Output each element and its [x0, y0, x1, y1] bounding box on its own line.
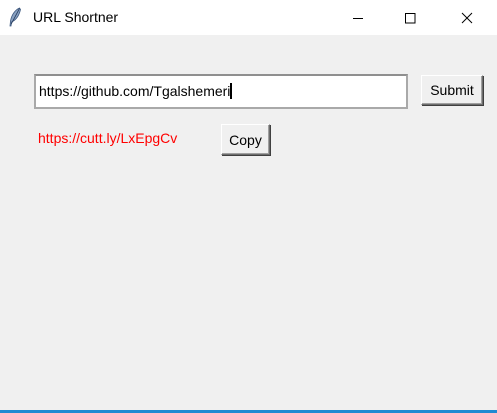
app-window: URL Shortner https://github.com/Tgalshem… — [0, 0, 497, 413]
submit-button[interactable]: Submit — [421, 75, 483, 105]
maximize-button[interactable] — [387, 0, 433, 35]
copy-button[interactable]: Copy — [221, 124, 270, 155]
feather-icon — [9, 7, 21, 27]
url-input[interactable]: https://github.com/Tgalshemeri — [34, 74, 408, 109]
title-bar[interactable]: URL Shortner — [0, 0, 497, 35]
window-title: URL Shortner — [33, 9, 119, 25]
close-icon — [461, 12, 473, 23]
short-url-label: https://cutt.ly/LxEpgCv — [38, 130, 178, 146]
minimize-icon — [353, 17, 363, 19]
text-caret — [230, 83, 233, 99]
close-button[interactable] — [444, 0, 490, 35]
maximize-icon — [405, 12, 416, 23]
minimize-button[interactable] — [335, 0, 381, 35]
url-input-value: https://github.com/Tgalshemeri — [39, 83, 231, 99]
